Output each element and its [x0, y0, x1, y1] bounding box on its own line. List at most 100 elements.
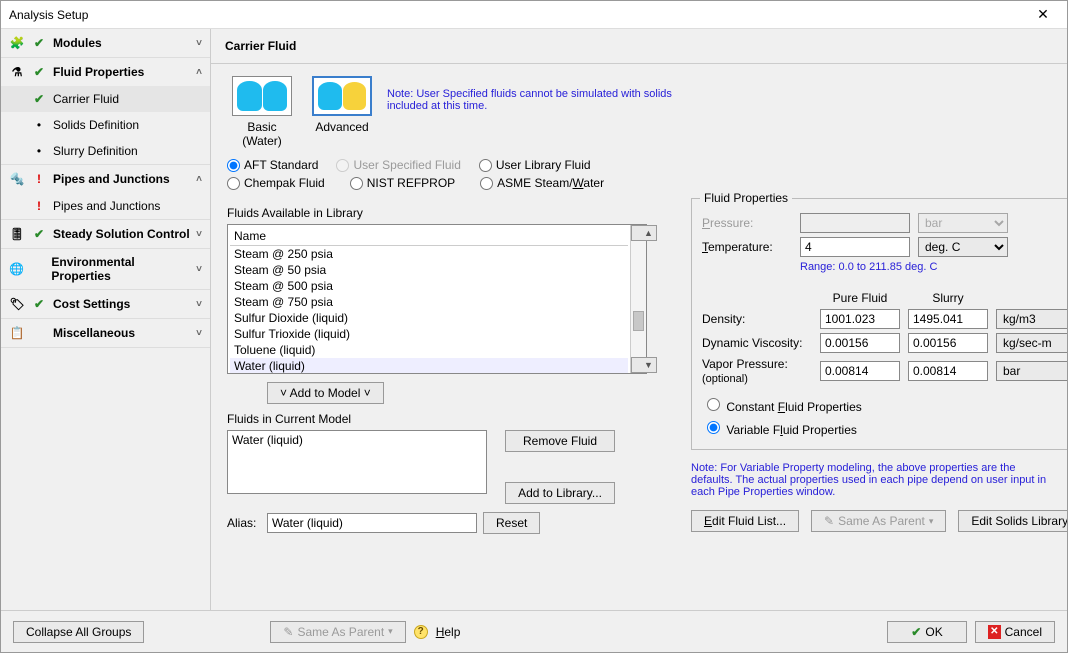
sidebar-group-steady[interactable]: 🎚 ✔ Steady Solution Control ˅: [1, 220, 210, 248]
chevron-down-icon: ˅: [196, 264, 202, 275]
viscosity-slurry-input[interactable]: [908, 333, 988, 353]
radio-chempak[interactable]: Chempak Fluid: [227, 176, 325, 190]
density-slurry-input[interactable]: [908, 309, 988, 329]
sidebar-group-label: Steady Solution Control: [53, 227, 190, 241]
window-title: Analysis Setup: [9, 8, 1027, 22]
alias-label: Alias:: [227, 516, 261, 530]
alias-input[interactable]: [267, 513, 477, 533]
scroll-up-icon[interactable]: ▲: [631, 225, 657, 241]
sidebar-group-label: Cost Settings: [53, 297, 130, 311]
vapor-label: Vapor Pressure:(optional): [702, 357, 812, 385]
help-icon[interactable]: ?: [414, 625, 428, 639]
blank-icon: [30, 261, 45, 277]
vapor-unit-select[interactable]: bar: [996, 361, 1067, 381]
add-to-model-button[interactable]: ˅ Add to Model ˅: [267, 382, 384, 404]
sidebar-group-label: Pipes and Junctions: [53, 172, 170, 186]
check-icon: ✔: [911, 625, 921, 639]
page-title: Carrier Fluid: [211, 29, 1067, 64]
sidebar-group-modules[interactable]: 🧩 ✔ Modules ˅: [1, 29, 210, 57]
mode-basic-button[interactable]: Basic (Water): [227, 76, 297, 148]
close-icon[interactable]: ✕: [1027, 6, 1059, 23]
sidebar-group-label: Environmental Properties: [51, 255, 190, 283]
cancel-button[interactable]: ✕ Cancel: [975, 621, 1055, 643]
scroll-down-icon[interactable]: ▼: [631, 357, 657, 373]
pressure-unit-select: bar: [918, 213, 1008, 233]
temperature-unit-select[interactable]: deg. C: [918, 237, 1008, 257]
reset-button[interactable]: Reset: [483, 512, 540, 534]
ok-button[interactable]: ✔ OK: [887, 621, 967, 643]
list-item[interactable]: Steam @ 250 psia: [230, 246, 628, 262]
sidebar-item-label: Pipes and Junctions: [53, 199, 160, 213]
sidebar-group-label: Miscellaneous: [53, 326, 135, 340]
help-link[interactable]: Help: [436, 625, 461, 639]
radio-variable-props[interactable]: Variable Fluid Properties: [702, 423, 857, 437]
list-item[interactable]: Sulfur Trioxide (liquid): [230, 326, 628, 342]
add-to-library-button[interactable]: Add to Library...: [505, 482, 615, 504]
radio-asme[interactable]: ASME Steam/Water: [480, 176, 604, 190]
flag-icon: !: [31, 171, 47, 187]
sidebar-item-solids[interactable]: • Solids Definition: [1, 112, 210, 138]
check-icon: ✔: [31, 35, 47, 51]
fluids-in-model-list[interactable]: Water (liquid): [227, 430, 487, 494]
chevron-down-icon: ˅: [196, 299, 202, 310]
density-unit-select[interactable]: kg/m3: [996, 309, 1067, 329]
list-column-header[interactable]: Name: [230, 227, 628, 246]
sidebar-group-env[interactable]: 🌐 Environmental Properties ˅: [1, 249, 210, 289]
mode-advanced-button[interactable]: Advanced: [307, 76, 377, 134]
list-item[interactable]: Steam @ 750 psia: [230, 294, 628, 310]
sidebar-item-carrier-fluid[interactable]: ✔ Carrier Fluid: [1, 86, 210, 112]
density-pure-input[interactable]: [820, 309, 900, 329]
check-icon: ✔: [31, 91, 47, 107]
list-item[interactable]: Sulfur Dioxide (liquid): [230, 310, 628, 326]
model-fluid-item[interactable]: Water (liquid): [232, 433, 482, 447]
radio-aft-standard[interactable]: AFT Standard: [227, 158, 318, 172]
fluids-available-list[interactable]: Name Steam @ 250 psia Steam @ 50 psia St…: [227, 224, 647, 374]
radio-user-specified: User Specified Fluid: [336, 158, 460, 172]
sidebar-group-cost[interactable]: 🏷 ✔ Cost Settings ˅: [1, 290, 210, 318]
edit-fluid-list-button[interactable]: Edit Fluid List...: [691, 510, 799, 532]
radio-nist[interactable]: NIST REFPROP: [350, 176, 455, 190]
radio-constant-props[interactable]: Constant Fluid Properties: [702, 400, 862, 414]
list-item[interactable]: Steam @ 50 psia: [230, 262, 628, 278]
pipe-icon: 🔩: [9, 171, 25, 187]
edit-icon: ✎: [283, 625, 293, 639]
sidebar-group-fluid[interactable]: ⚗ ✔ Fluid Properties ˄: [1, 58, 210, 86]
sidebar-item-pipes[interactable]: ! Pipes and Junctions: [1, 193, 210, 219]
pure-fluid-header: Pure Fluid: [820, 291, 900, 305]
temperature-range: Range: 0.0 to 211.85 deg. C: [800, 261, 1067, 273]
blank-icon: [31, 325, 47, 341]
same-as-parent-button: ✎ Same As Parent ▾: [811, 510, 946, 532]
sidebar-group-label: Modules: [53, 36, 102, 50]
edit-solids-library-button[interactable]: Edit Solids Library...: [958, 510, 1067, 532]
x-icon: ✕: [988, 625, 1001, 639]
list-item[interactable]: Toluene (liquid): [230, 342, 628, 358]
remove-fluid-button[interactable]: Remove Fluid: [505, 430, 615, 452]
sidebar-group-pipes[interactable]: 🔩 ! Pipes and Junctions ˄: [1, 165, 210, 193]
scroll-thumb[interactable]: [633, 311, 644, 331]
sidebar-group-misc[interactable]: 📋 Miscellaneous ˅: [1, 319, 210, 347]
viscosity-pure-input[interactable]: [820, 333, 900, 353]
list-icon: 📋: [9, 325, 25, 341]
temperature-input[interactable]: [800, 237, 910, 257]
tag-icon: 🏷: [9, 296, 25, 312]
fluids-in-model-label: Fluids in Current Model: [227, 412, 647, 426]
list-item[interactable]: Steam @ 500 psia: [230, 278, 628, 294]
list-item[interactable]: Water (liquid): [230, 358, 628, 373]
radio-user-library[interactable]: User Library Fluid: [479, 158, 591, 172]
chevron-down-icon: ▾: [388, 626, 393, 637]
sidebar: 🧩 ✔ Modules ˅ ⚗ ✔ Fluid Properties ˄ ✔ C…: [1, 29, 211, 610]
scrollbar[interactable]: ▲ ▼: [630, 225, 646, 373]
sidebar-item-slurry[interactable]: • Slurry Definition: [1, 138, 210, 164]
mode-basic-label: Basic (Water): [227, 120, 297, 148]
puzzle-icon: 🧩: [9, 35, 25, 51]
check-icon: ✔: [31, 64, 47, 80]
vapor-slurry-input[interactable]: [908, 361, 988, 381]
vapor-pure-input[interactable]: [820, 361, 900, 381]
viscosity-unit-select[interactable]: kg/sec-m: [996, 333, 1067, 353]
sidebar-item-label: Carrier Fluid: [53, 92, 119, 106]
collapse-all-button[interactable]: Collapse All Groups: [13, 621, 144, 643]
variable-props-note: Note: For Variable Property modeling, th…: [691, 462, 1051, 498]
check-icon: ✔: [31, 296, 47, 312]
dot-icon: •: [31, 143, 47, 159]
temperature-label: Temperature:: [702, 240, 792, 254]
